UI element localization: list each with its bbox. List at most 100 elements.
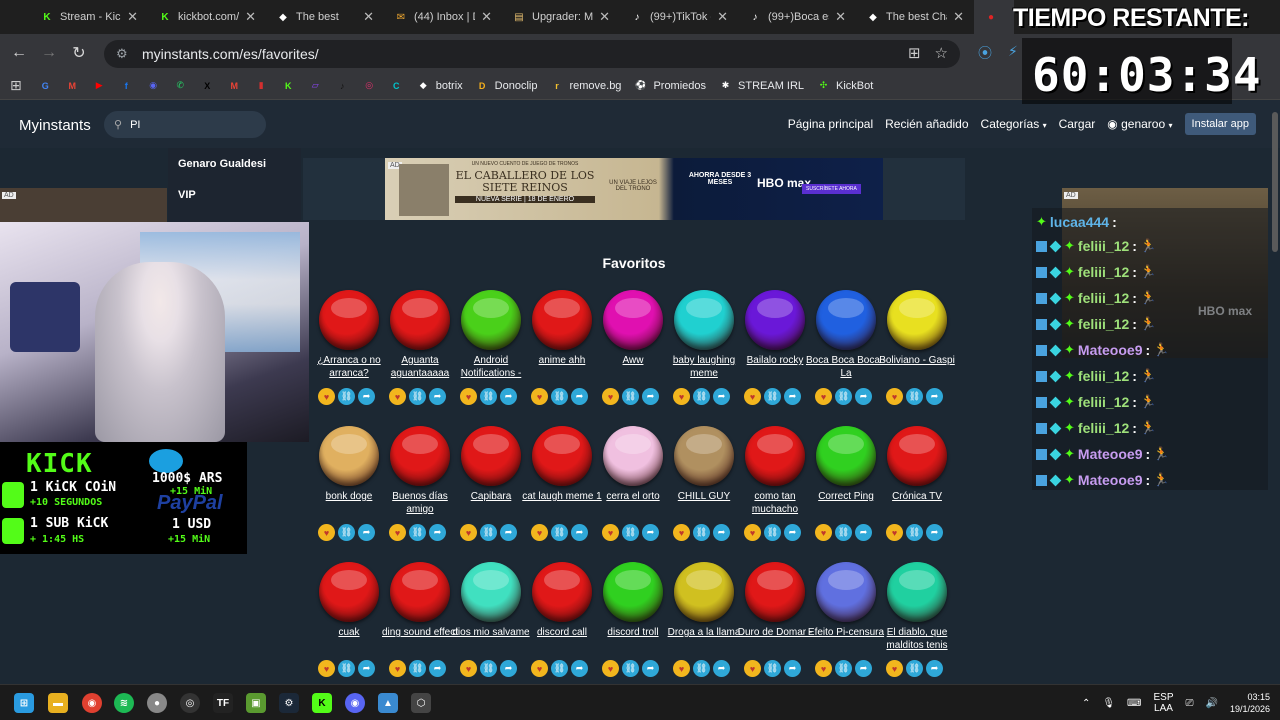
left-side-ad[interactable]: AD xyxy=(0,188,167,224)
browser-tab[interactable]: ♪ (99+)Boca es ✕ xyxy=(738,0,856,34)
minecraft-icon[interactable]: ▣ xyxy=(246,693,266,713)
share-icon[interactable]: ➦ xyxy=(429,524,446,541)
tf-icon[interactable]: TF xyxy=(213,693,233,713)
copy-link-icon[interactable]: ⛓ xyxy=(906,660,923,677)
play-sound-button[interactable] xyxy=(745,290,805,350)
play-sound-button[interactable] xyxy=(674,426,734,486)
play-sound-button[interactable] xyxy=(887,562,947,622)
share-icon[interactable]: ➦ xyxy=(642,388,659,405)
close-tab-icon[interactable]: ✕ xyxy=(481,9,492,25)
play-sound-button[interactable] xyxy=(532,562,592,622)
share-icon[interactable]: ➦ xyxy=(358,524,375,541)
favorite-heart-icon[interactable]: ♥ xyxy=(531,524,548,541)
favorite-heart-icon[interactable]: ♥ xyxy=(460,660,477,677)
photos-icon[interactable]: ▲ xyxy=(378,693,398,713)
copy-link-icon[interactable]: ⛓ xyxy=(480,660,497,677)
favorite-heart-icon[interactable]: ♥ xyxy=(815,388,832,405)
close-tab-icon[interactable]: ✕ xyxy=(599,9,610,25)
share-icon[interactable]: ➦ xyxy=(713,524,730,541)
copy-link-icon[interactable]: ⛓ xyxy=(480,524,497,541)
bookmark-item[interactable]: ♪ xyxy=(335,78,350,93)
share-icon[interactable]: ➦ xyxy=(358,388,375,405)
chat-username[interactable]: feliii_12 xyxy=(1078,316,1129,332)
reload-icon[interactable]: ↻ xyxy=(64,43,94,63)
chat-username[interactable]: feliii_12 xyxy=(1078,264,1129,280)
play-sound-button[interactable] xyxy=(461,290,521,350)
copy-link-icon[interactable]: ⛓ xyxy=(906,524,923,541)
share-icon[interactable]: ➦ xyxy=(429,388,446,405)
copy-link-icon[interactable]: ⛓ xyxy=(835,524,852,541)
bookmark-item[interactable]: ✆ xyxy=(173,78,188,93)
extension-icon[interactable]: ⚡ xyxy=(1008,43,1018,60)
favorite-heart-icon[interactable]: ♥ xyxy=(602,388,619,405)
play-sound-button[interactable] xyxy=(745,562,805,622)
bookmark-item[interactable]: C xyxy=(389,78,404,93)
steam-icon[interactable]: ⚙ xyxy=(279,693,299,713)
address-bar[interactable]: ⚙ myinstants.com/es/favorites/ ⊞ ☆ xyxy=(104,40,960,68)
bookmark-item[interactable]: ✱ STREAM IRL xyxy=(718,78,804,93)
copy-link-icon[interactable]: ⛓ xyxy=(764,660,781,677)
copy-link-icon[interactable]: ⛓ xyxy=(764,524,781,541)
favorite-heart-icon[interactable]: ♥ xyxy=(389,388,406,405)
favorite-heart-icon[interactable]: ♥ xyxy=(602,524,619,541)
bookmark-item[interactable]: ◎ xyxy=(362,78,377,93)
copy-link-icon[interactable]: ⛓ xyxy=(693,388,710,405)
share-icon[interactable]: ➦ xyxy=(358,660,375,677)
bookmark-item[interactable]: ▱ xyxy=(308,78,323,93)
play-sound-button[interactable] xyxy=(532,426,592,486)
close-tab-icon[interactable]: ✕ xyxy=(953,9,964,25)
share-icon[interactable]: ➦ xyxy=(571,660,588,677)
play-sound-button[interactable] xyxy=(390,426,450,486)
favorite-heart-icon[interactable]: ♥ xyxy=(318,660,335,677)
bookmark-item[interactable]: ▶ xyxy=(92,78,107,93)
chat-username[interactable]: feliii_12 xyxy=(1078,420,1129,436)
chat-username[interactable]: lucaa444 xyxy=(1050,214,1109,230)
obs-icon[interactable]: ◎ xyxy=(180,693,200,713)
nav-home-link[interactable]: Página principal xyxy=(788,117,873,131)
favorite-heart-icon[interactable]: ♥ xyxy=(460,388,477,405)
play-sound-button[interactable] xyxy=(461,426,521,486)
suggestion-item[interactable]: Genaro Gualdesi xyxy=(178,148,301,179)
chevron-up-icon[interactable]: ⌃ xyxy=(1082,698,1090,709)
play-sound-button[interactable] xyxy=(532,290,592,350)
close-tab-icon[interactable]: ✕ xyxy=(717,9,728,25)
favorite-heart-icon[interactable]: ♥ xyxy=(389,524,406,541)
copy-link-icon[interactable]: ⛓ xyxy=(338,388,355,405)
share-icon[interactable]: ➦ xyxy=(926,388,943,405)
favorite-heart-icon[interactable]: ♥ xyxy=(744,388,761,405)
bookmark-item[interactable]: X xyxy=(200,78,215,93)
play-sound-button[interactable] xyxy=(674,562,734,622)
copy-link-icon[interactable]: ⛓ xyxy=(551,660,568,677)
bookmark-item[interactable]: D Donoclip xyxy=(475,78,538,93)
bookmark-item[interactable]: ◉ xyxy=(146,78,161,93)
favorite-heart-icon[interactable]: ♥ xyxy=(531,388,548,405)
play-sound-button[interactable] xyxy=(319,562,379,622)
spotify-icon[interactable]: ≋ xyxy=(114,693,134,713)
share-icon[interactable]: ➦ xyxy=(500,388,517,405)
play-sound-button[interactable] xyxy=(319,290,379,350)
language-indicator[interactable]: ESP LAA xyxy=(1153,692,1173,714)
favorite-heart-icon[interactable]: ♥ xyxy=(318,388,335,405)
nav-upload-link[interactable]: Cargar xyxy=(1059,117,1096,131)
favorite-heart-icon[interactable]: ♥ xyxy=(673,524,690,541)
copy-link-icon[interactable]: ⛓ xyxy=(338,660,355,677)
play-sound-button[interactable] xyxy=(603,290,663,350)
kick-icon[interactable]: K xyxy=(312,693,332,713)
play-sound-button[interactable] xyxy=(390,290,450,350)
share-icon[interactable]: ➦ xyxy=(784,660,801,677)
bookmark-item[interactable]: K xyxy=(281,78,296,93)
play-sound-button[interactable] xyxy=(319,426,379,486)
bookmark-item[interactable]: ⚽ Promiedos xyxy=(633,78,706,93)
chat-username[interactable]: Mateooe9 xyxy=(1078,446,1143,462)
favorite-heart-icon[interactable]: ♥ xyxy=(886,660,903,677)
windows-start-icon[interactable]: ⊞ xyxy=(14,693,34,713)
share-icon[interactable]: ➦ xyxy=(926,524,943,541)
favorite-heart-icon[interactable]: ♥ xyxy=(602,660,619,677)
share-icon[interactable]: ➦ xyxy=(500,660,517,677)
top-banner-ad[interactable]: AD UN NUEVO CUENTO DE JUEGO DE TRONOS EL… xyxy=(385,158,883,220)
chat-username[interactable]: feliii_12 xyxy=(1078,368,1129,384)
extension-icon[interactable]: ⦿ xyxy=(978,43,992,63)
chat-username[interactable]: feliii_12 xyxy=(1078,238,1129,254)
forward-icon[interactable]: → xyxy=(34,44,64,62)
bookmark-item[interactable]: ✣ KickBot xyxy=(816,78,874,93)
